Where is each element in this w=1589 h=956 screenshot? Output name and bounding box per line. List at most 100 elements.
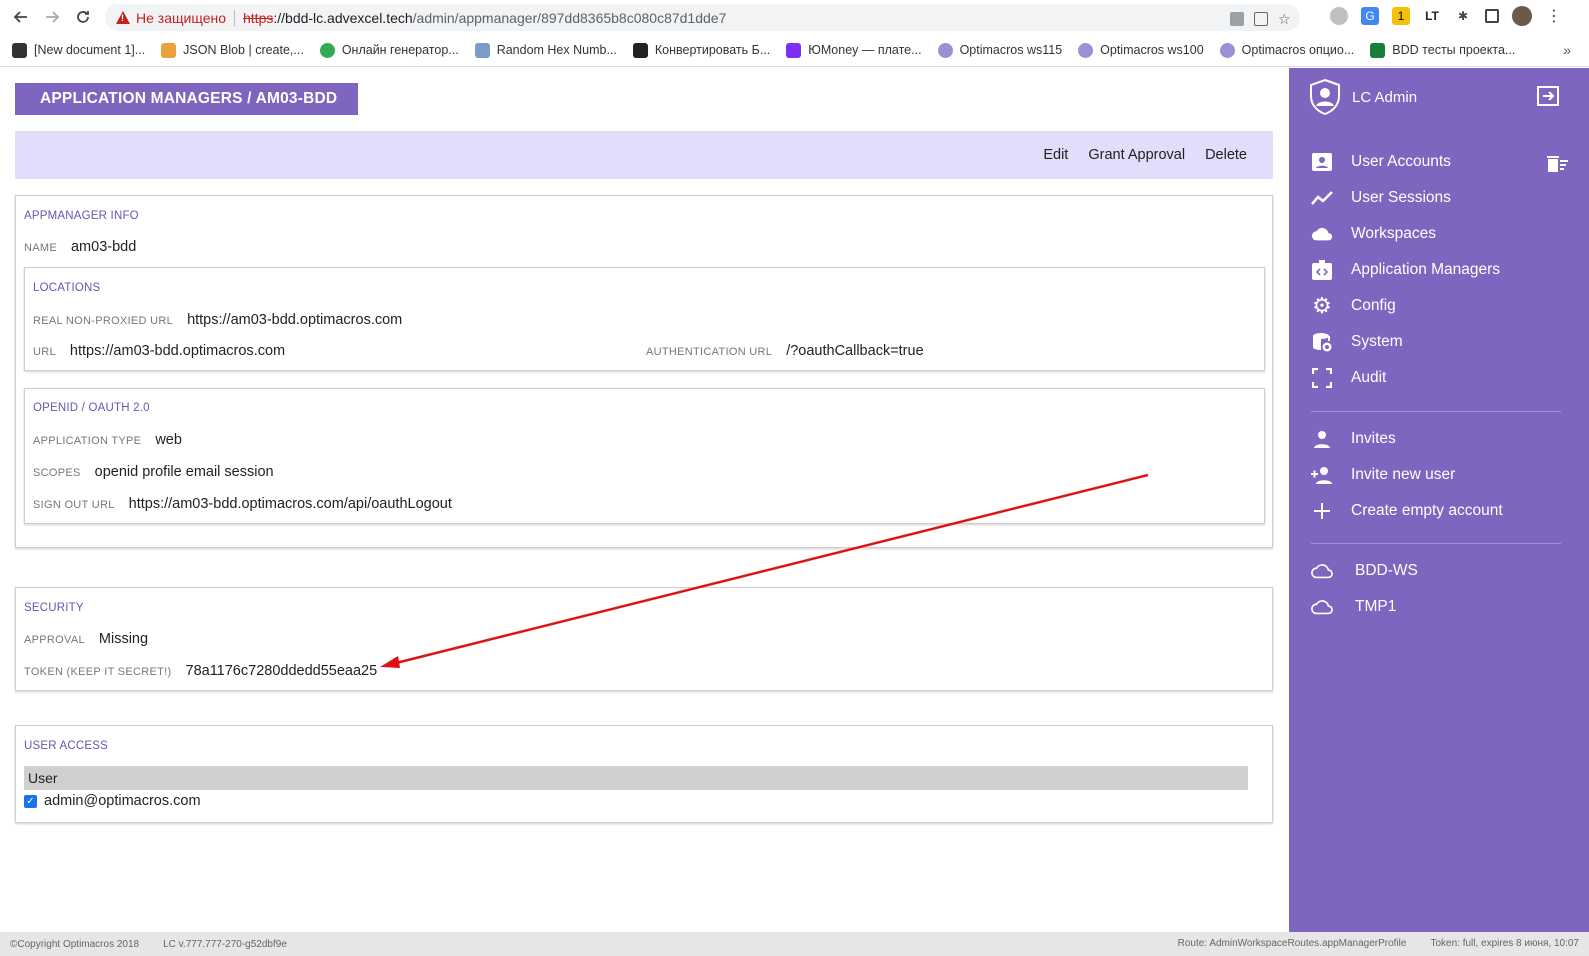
trend-line-icon — [1311, 187, 1333, 209]
sidebar-item-invites[interactable]: Invites — [1311, 428, 1396, 450]
sidebar-item-user-sessions[interactable]: User Sessions — [1311, 187, 1451, 209]
real-url-value: https://am03-bdd.optimacros.com — [187, 312, 403, 328]
omnibox-actions: ☆ — [1230, 12, 1292, 26]
user-column-header[interactable]: User — [24, 766, 1248, 790]
page-title: APPLICATION MANAGERS / AM03-BDD — [15, 83, 358, 115]
sidebar-item-label: User Accounts — [1351, 153, 1451, 170]
reload-icon[interactable] — [72, 6, 94, 28]
bookmark-item[interactable]: JSON Blob | create,... — [161, 42, 304, 58]
sidebar-item-label: User Sessions — [1351, 189, 1451, 206]
database-icon — [1311, 331, 1333, 353]
footer: ©Copyright Optimacros 2018 LC v.777.777-… — [0, 932, 1589, 956]
sidebar-workspace-bdd-ws[interactable]: BDD-WS — [1311, 560, 1418, 582]
bookmarks-bar: [New document 1]... JSON Blob | create,..… — [0, 34, 1589, 67]
sidebar-item-config[interactable]: ⚙ Config — [1311, 293, 1396, 318]
real-url-label: REAL NON-PROXIED URL — [33, 315, 174, 327]
bookmark-item[interactable]: BDD тесты проекта... — [1370, 42, 1516, 58]
sidebar-item-system[interactable]: System — [1311, 331, 1403, 353]
user-row: ✓ admin@optimacros.com — [24, 793, 201, 809]
token-field: TOKEN (KEEP IT SECRET!) 78a1176c7280dded… — [24, 663, 377, 679]
green-circle-icon — [319, 42, 335, 58]
translate-icon[interactable] — [1230, 12, 1244, 26]
sheets-icon — [1370, 42, 1386, 58]
name-field: NAME am03-bdd — [24, 239, 136, 255]
sidebar-user: LC Admin — [1308, 78, 1417, 116]
application-type-value: web — [155, 432, 182, 448]
bookmark-item[interactable]: Конвертировать Б... — [632, 42, 771, 58]
lt-extension-icon[interactable]: LT — [1423, 7, 1441, 25]
real-url-field: REAL NON-PROXIED URL https://am03-bdd.op… — [33, 312, 402, 328]
side-panel-icon[interactable] — [1485, 9, 1499, 23]
sidebar-workspace-tmp1[interactable]: TMP1 — [1311, 596, 1396, 618]
contact-card-icon — [1311, 151, 1333, 173]
bookmark-item[interactable]: [New document 1]... — [12, 42, 146, 58]
optimacros-icon — [1219, 42, 1235, 58]
bookmark-item[interactable]: Optimacros опцио... — [1219, 42, 1355, 58]
user-checkbox[interactable]: ✓ — [24, 794, 37, 808]
more-bookmarks-icon[interactable]: » — [1563, 42, 1571, 58]
version-text: LC v.777.777-270-g52dbf9e — [163, 938, 287, 950]
yoomoney-icon — [786, 42, 802, 58]
profile-avatar[interactable] — [1512, 6, 1532, 26]
bookmark-label: Optimacros опцио... — [1241, 43, 1355, 57]
bookmark-label: Random Hex Numb... — [496, 43, 617, 57]
delete-sweep-icon[interactable] — [1547, 154, 1569, 174]
bookmark-item[interactable]: Optimacros ws115 — [937, 42, 1062, 58]
plus-icon — [1311, 500, 1333, 522]
sidebar-item-create-empty-account[interactable]: Create empty account — [1311, 500, 1503, 522]
sidebar-item-application-managers[interactable]: Application Managers — [1311, 259, 1500, 281]
grant-approval-button[interactable]: Grant Approval — [1088, 147, 1185, 163]
optimacros-icon — [937, 42, 953, 58]
sidebar-item-workspaces[interactable]: Workspaces — [1311, 223, 1436, 245]
sidebar-item-invite-new-user[interactable]: Invite new user — [1311, 464, 1455, 486]
user-email: admin@optimacros.com — [44, 793, 201, 809]
share-icon[interactable] — [1254, 12, 1268, 26]
bookmark-label: ЮMoney — плате... — [808, 43, 922, 57]
sidebar: LC Admin User Accounts User Sessions Wor… — [1289, 68, 1589, 932]
address-bar[interactable]: Не защищено https://bdd-lc.advexcel.tech… — [105, 4, 1300, 31]
sidebar-item-label: Config — [1351, 297, 1396, 314]
sidebar-divider — [1311, 411, 1561, 412]
sidebar-item-user-accounts[interactable]: User Accounts — [1311, 151, 1451, 173]
menu-dots-icon[interactable]: ⋮ — [1545, 7, 1563, 25]
omnibox-separator — [234, 9, 235, 26]
translate-extension-icon[interactable]: G — [1361, 7, 1379, 25]
bookmark-item[interactable]: ЮMoney — плате... — [786, 42, 922, 58]
bookmark-item[interactable]: Онлайн генератор... — [319, 42, 459, 58]
sidebar-item-audit[interactable]: Audit — [1311, 367, 1386, 389]
bookmark-label: Конвертировать Б... — [654, 43, 771, 57]
badge-extension-icon[interactable]: 1 — [1392, 7, 1410, 25]
person-add-icon — [1311, 464, 1333, 486]
star-icon[interactable]: ☆ — [1278, 12, 1292, 26]
fullscreen-corners-icon — [1311, 367, 1333, 389]
edit-button[interactable]: Edit — [1043, 147, 1068, 163]
bookmark-label: BDD тесты проекта... — [1392, 43, 1516, 57]
scopes-value: openid profile email session — [94, 464, 274, 480]
name-label: NAME — [24, 242, 57, 254]
appmanager-info-card: APPMANAGER INFO NAME am03-bdd LOCATIONS … — [15, 195, 1273, 548]
not-secure-indicator[interactable]: Не защищено — [116, 10, 226, 26]
openid-card: OPENID / OAUTH 2.0 APPLICATION TYPE web … — [24, 388, 1265, 524]
delete-button[interactable]: Delete — [1205, 147, 1247, 163]
url-scheme: https — [243, 9, 274, 26]
puzzle-icon[interactable]: ✱ — [1454, 7, 1472, 25]
sign-out-url-value: https://am03-bdd.optimacros.com/api/oaut… — [128, 496, 452, 512]
globe-extension-icon[interactable] — [1330, 7, 1348, 25]
logout-icon[interactable] — [1537, 86, 1559, 106]
cloud-outline-icon — [1311, 596, 1333, 618]
sign-out-url-field: SIGN OUT URL https://am03-bdd.optimacros… — [33, 496, 452, 512]
security-heading: SECURITY — [24, 602, 84, 614]
url-value: https://am03-bdd.optimacros.com — [69, 343, 286, 359]
bookmark-item[interactable]: Optimacros ws100 — [1078, 42, 1204, 58]
bookmark-label: Онлайн генератор... — [341, 43, 459, 57]
sidebar-item-label: Create empty account — [1351, 502, 1503, 519]
sidebar-item-label: Invite new user — [1351, 466, 1456, 483]
auth-url-field: AUTHENTICATION URL /?oauthCallback=true — [646, 343, 924, 359]
application-type-field: APPLICATION TYPE web — [33, 432, 182, 448]
application-type-label: APPLICATION TYPE — [33, 435, 142, 447]
bookmark-item[interactable]: Random Hex Numb... — [474, 42, 617, 58]
nerd-face-icon — [161, 42, 177, 58]
forward-arrow-icon[interactable] — [41, 6, 63, 28]
bookmark-label: [New document 1]... — [34, 43, 146, 57]
back-arrow-icon[interactable] — [10, 6, 32, 28]
